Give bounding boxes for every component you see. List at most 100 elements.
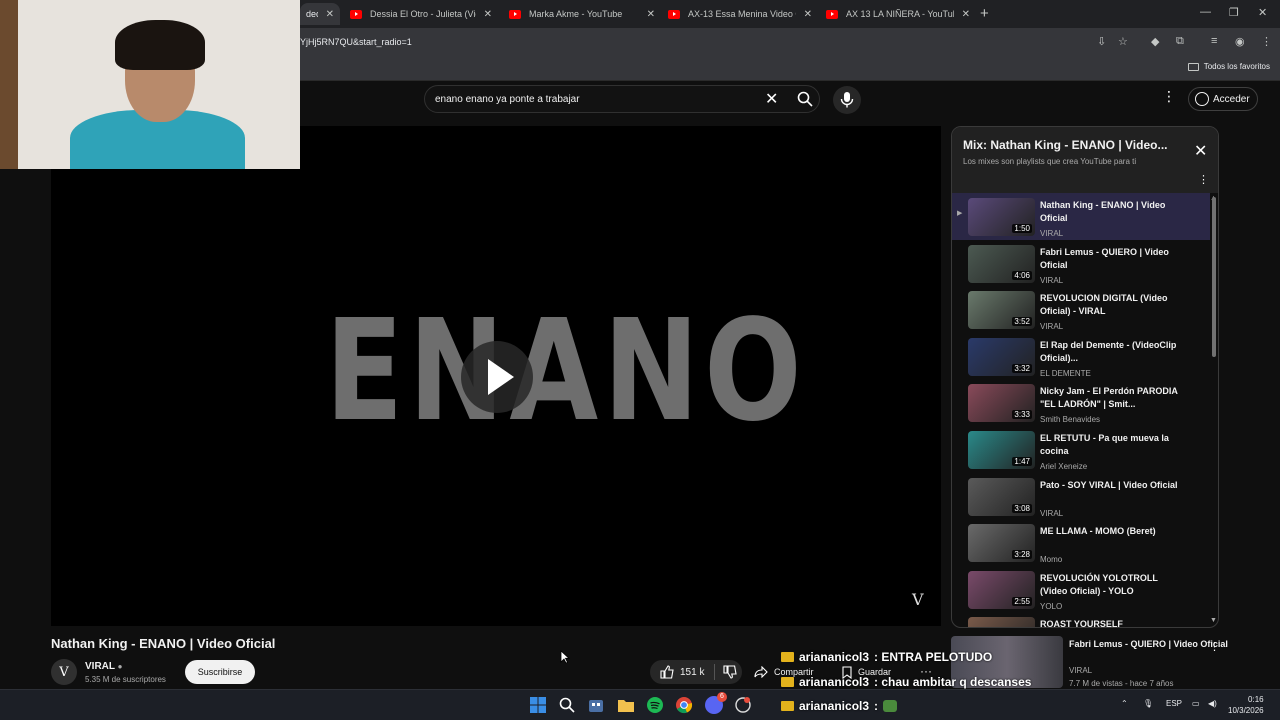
playlist-item[interactable]: ▶ 1:50 Nathan King - ENANO | Video Oficial… — [952, 193, 1210, 240]
tray-chevron-icon[interactable]: ⌃ — [1121, 699, 1128, 708]
tab-ax13-ninera[interactable]: AX 13 LA NIÑERA - YouTube ✕ — [820, 3, 976, 25]
spotify-icon[interactable] — [646, 696, 664, 714]
close-playlist-icon[interactable]: ✕ — [1194, 141, 1207, 161]
windows-start-icon[interactable] — [529, 696, 547, 714]
tab-ax13-essa[interactable]: AX-13 Essa Menina Video Oficial ✕ — [662, 3, 818, 25]
sign-in-button[interactable]: Acceder — [1188, 87, 1258, 111]
playlist-item[interactable]: 2:55 REVOLUCIÓN YOLOTROLL (Video Oficial)… — [952, 566, 1210, 613]
close-tab-icon[interactable]: ✕ — [962, 9, 970, 20]
input-language[interactable]: ESP — [1166, 699, 1182, 708]
tab-current[interactable]: deo ✕ — [300, 3, 340, 25]
new-tab-icon[interactable]: + — [980, 5, 989, 22]
taskbar-search-icon[interactable] — [558, 696, 576, 714]
video-thumbnail[interactable]: 1:47 — [968, 430, 1035, 469]
video-thumbnail[interactable]: 1:50 — [968, 198, 1035, 236]
all-bookmarks-button[interactable]: Todos los favoritos — [1187, 62, 1270, 71]
close-tab-icon[interactable]: ✕ — [484, 9, 492, 20]
playlist-item[interactable]: ROAST YOURSELF — [952, 612, 1210, 627]
clear-search-icon[interactable]: ✕ — [765, 89, 778, 109]
playlist-item[interactable]: 3:52 REVOLUCION DIGITAL (Video Oficial) -… — [952, 286, 1210, 333]
puzzle-extensions-icon[interactable]: ⧉ — [1176, 35, 1184, 48]
close-tab-icon[interactable]: ✕ — [647, 9, 655, 20]
playlist-item[interactable]: 3:08 Pato - SOY VIRAL | Video Oficial VIRA… — [952, 473, 1210, 520]
video-title[interactable]: Nathan King - ENANO | Video Oficial — [1040, 199, 1180, 225]
tray-mic-icon[interactable]: 🎙 — [1143, 699, 1153, 708]
tab-title: Marka Akme - YouTube — [529, 9, 623, 19]
channel-avatar[interactable]: V — [51, 659, 77, 685]
video-title[interactable]: EL RETUTU - Pa que mueva la cocina — [1040, 432, 1180, 458]
video-title[interactable]: ROAST YOURSELF — [1040, 618, 1180, 627]
playlist-menu-icon[interactable]: ⋮ — [1198, 173, 1209, 186]
recorder-icon[interactable] — [734, 696, 752, 714]
playlist-item[interactable]: 3:33 Nicky Jam - El Perdón PARODIA "EL LA… — [952, 379, 1210, 426]
url-field[interactable]: YjHj5RN7QU&start_radio=1 — [300, 37, 412, 47]
system-clock[interactable]: 0:16 10/3/2026 — [1228, 694, 1264, 716]
close-tab-icon[interactable]: ✕ — [326, 9, 334, 20]
video-thumbnail[interactable]: 3:33 — [968, 384, 1035, 423]
subscribe-button[interactable]: Suscribirse — [185, 660, 255, 684]
volume-icon[interactable]: ◀) — [1208, 699, 1217, 708]
video-duration: 3:52 — [1012, 317, 1032, 327]
extension-icon[interactable]: ◆ — [1151, 35, 1159, 48]
settings-menu-icon[interactable]: ⋮ — [1162, 88, 1176, 105]
play-button[interactable] — [461, 341, 533, 413]
install-app-icon[interactable]: ⇩ — [1097, 35, 1106, 48]
up-next-menu-icon[interactable]: ⋮ — [1209, 640, 1220, 653]
video-title[interactable]: REVOLUCIÓN YOLOTROLL (Video Oficial) - Y… — [1040, 572, 1180, 598]
video-title[interactable]: Pato - SOY VIRAL | Video Oficial — [1040, 479, 1180, 492]
playlist-scrollbar[interactable] — [1212, 197, 1216, 357]
tab-dessia[interactable]: Dessia El Otro - Julieta (Videoclip) ✕ — [344, 3, 498, 25]
video-thumbnail[interactable] — [968, 617, 1035, 627]
playlist-title[interactable]: Mix: Nathan King - ENANO | Video... — [963, 138, 1183, 152]
discord-icon[interactable]: 6 — [705, 692, 727, 714]
video-thumbnail[interactable]: 4:06 — [968, 244, 1035, 283]
tab-marka-akme[interactable]: Marka Akme - YouTube ✕ — [503, 3, 661, 25]
video-title[interactable]: ME LLAMA - MOMO (Beret) — [1040, 525, 1180, 538]
network-icon[interactable]: ▭ — [1192, 699, 1200, 708]
playlist-item[interactable]: 4:06 Fabri Lemus - QUIERO | Video Oficial… — [952, 240, 1210, 287]
file-explorer-icon[interactable] — [617, 696, 635, 714]
video-thumbnail[interactable]: 3:32 — [968, 337, 1035, 376]
chat-text: : ENTRA PELOTUDO — [874, 650, 993, 664]
like-button[interactable]: 151 k — [650, 665, 704, 679]
minimize-icon[interactable]: — — [1200, 6, 1211, 18]
profile-icon[interactable]: ◉ — [1235, 35, 1245, 48]
video-title[interactable]: Nicky Jam - El Perdón PARODIA "EL LADRÓN… — [1040, 385, 1180, 411]
chat-message: ariananicol3 : ENTRA PELOTUDO — [781, 650, 992, 664]
playlist-item[interactable]: 1:47 EL RETUTU - Pa que mueva la cocina Ar… — [952, 426, 1210, 473]
thumbs-down-icon[interactable] — [723, 665, 738, 679]
video-title[interactable]: El Rap del Demente - (VideoClip Oficial)… — [1040, 339, 1180, 365]
store-icon[interactable] — [587, 696, 605, 714]
media-controls-icon[interactable]: ≡ — [1211, 35, 1217, 47]
video-thumbnail[interactable]: 3:52 — [968, 291, 1035, 330]
playlist-item[interactable]: 3:32 El Rap del Demente - (VideoClip Ofic… — [952, 333, 1210, 380]
chat-message: ariananicol3 : — [781, 699, 898, 713]
video-thumbnail[interactable]: 3:08 — [968, 477, 1035, 516]
channel-watermark[interactable]: V — [912, 590, 924, 609]
chrome-icon[interactable] — [675, 696, 693, 714]
video-channel: YOLO — [1040, 601, 1063, 611]
video-title[interactable]: REVOLUCION DIGITAL (Video Oficial) - VIR… — [1040, 292, 1180, 318]
scroll-down-icon[interactable]: ▼ — [1210, 617, 1217, 624]
chat-message: ariananicol3 : chau ambitar q descanses — [781, 675, 1031, 689]
window-close-icon[interactable]: ✕ — [1258, 6, 1267, 19]
bookmark-star-icon[interactable]: ☆ — [1118, 35, 1128, 48]
channel-name[interactable]: VIRAL ● — [85, 661, 122, 672]
video-title[interactable]: Fabri Lemus - QUIERO | Video Oficial — [1040, 246, 1180, 272]
like-dislike-group: 151 k — [650, 660, 742, 684]
video-duration: 2:55 — [1012, 596, 1032, 606]
restore-icon[interactable]: ❐ — [1229, 6, 1239, 19]
up-next-channel[interactable]: VIRAL — [1069, 666, 1092, 675]
verified-icon: ● — [117, 662, 123, 671]
youtube-favicon-icon — [509, 9, 521, 19]
search-box[interactable]: enano enano ya ponte a trabajar ✕ — [424, 85, 820, 113]
playlist-item[interactable]: 3:28 ME LLAMA - MOMO (Beret) Momo — [952, 519, 1210, 566]
search-icon[interactable] — [797, 91, 813, 107]
search-input[interactable]: enano enano ya ponte a trabajar — [435, 94, 580, 105]
voice-search-button[interactable] — [833, 86, 861, 114]
close-tab-icon[interactable]: ✕ — [804, 9, 812, 20]
video-thumbnail[interactable]: 2:55 — [968, 570, 1035, 609]
chrome-menu-icon[interactable]: ⋮ — [1261, 35, 1272, 48]
video-thumbnail[interactable]: 3:28 — [968, 524, 1035, 563]
video-duration: 1:50 — [1012, 224, 1032, 233]
